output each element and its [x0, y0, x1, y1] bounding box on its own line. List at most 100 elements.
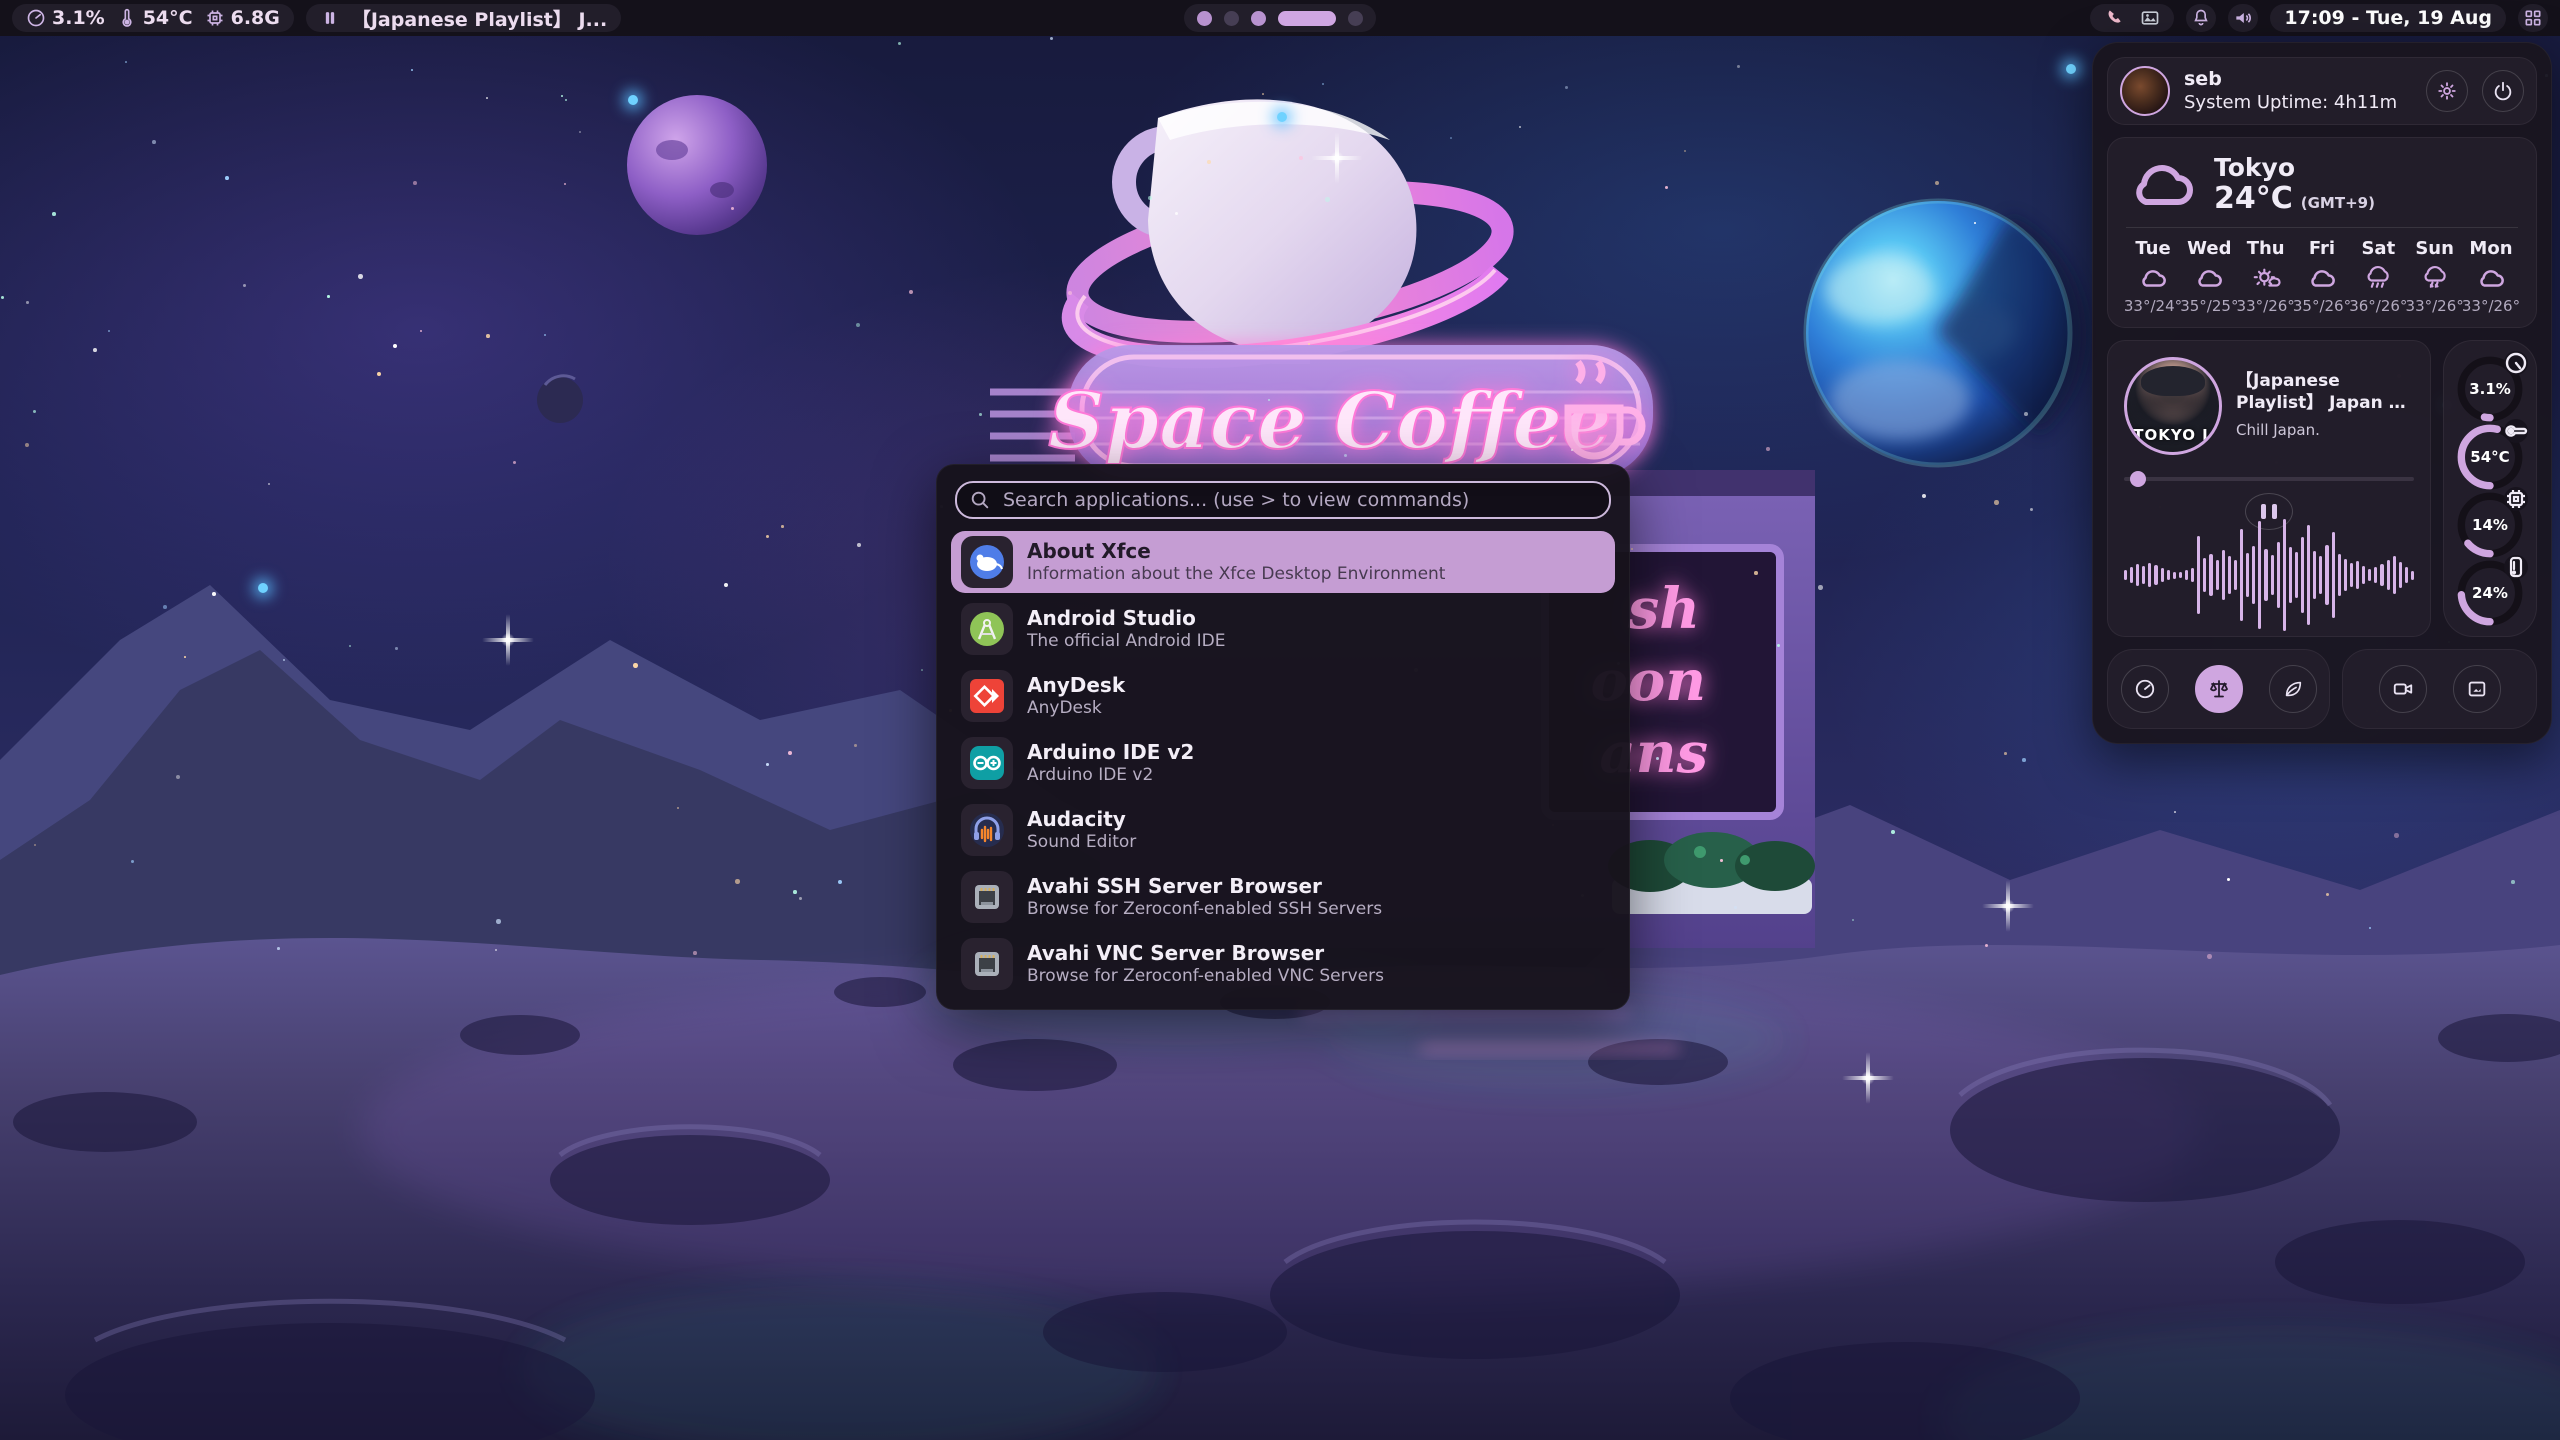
search-bar[interactable]	[955, 481, 1611, 519]
speedometer-icon	[2504, 351, 2528, 375]
scales-icon	[2207, 677, 2231, 701]
app-row-audacity[interactable]: AudacitySound Editor	[951, 799, 1615, 861]
xfce-icon	[961, 536, 1013, 588]
capture-card	[2342, 649, 2537, 729]
phone-tray-icon[interactable]	[2104, 8, 2124, 28]
forecast-day: Thu 33°/26°	[2239, 238, 2293, 315]
rain-cloud-icon	[2363, 265, 2393, 291]
memory-stat: 6.8G	[205, 7, 280, 29]
app-row-avahi-vnc[interactable]: Avahi VNC Server BrowserBrowse for Zeroc…	[951, 933, 1615, 995]
forecast-row: Tue 33°/24° Wed 35°/25° Thu 33°/26° Fri …	[2126, 238, 2518, 315]
search-icon	[969, 489, 991, 511]
weather-timezone: (GMT+9)	[2301, 195, 2375, 212]
weather-cloud-icon	[2126, 158, 2198, 210]
screenshot-icon	[2466, 678, 2488, 700]
forecast-day: Wed 35°/25°	[2182, 238, 2236, 315]
pause-icon	[320, 8, 340, 28]
workspace-dot[interactable]	[1251, 11, 1266, 26]
forecast-day: Mon 33°/26°	[2464, 238, 2518, 315]
power-profiles-card	[2107, 649, 2330, 729]
window-neon-line: sh	[1627, 576, 1700, 642]
username: seb	[2184, 68, 2412, 92]
gauge-cpu: 14%	[2456, 491, 2524, 559]
volume-button[interactable]	[2228, 4, 2258, 32]
moon-ground	[0, 938, 2560, 1440]
balanced-profile-button[interactable]	[2195, 665, 2243, 713]
bell-icon	[2191, 8, 2211, 28]
system-stats-pill[interactable]: 3.1% 54°C 6.8G	[12, 4, 294, 32]
seek-knob[interactable]	[2130, 471, 2146, 487]
network-jack-icon	[961, 938, 1013, 990]
weather-temp: 24°C	[2214, 182, 2293, 215]
app-name: Arduino IDE v2	[1027, 740, 1194, 765]
clock-label: 17:09 - Tue, 19 Aug	[2284, 7, 2492, 29]
earth-planet	[1806, 201, 2070, 465]
app-desc: Browse for Zeroconf-enabled VNC Servers	[1027, 966, 1384, 987]
app-grid-button[interactable]	[2518, 4, 2548, 32]
gauge-temp: 54°C	[2456, 423, 2524, 491]
app-row-android-studio[interactable]: Android StudioThe official Android IDE	[951, 598, 1615, 660]
gauge-load: 3.1%	[2456, 355, 2524, 423]
screenshot-button[interactable]	[2453, 665, 2501, 713]
speedometer-icon	[2134, 678, 2156, 700]
temp-stat: 54°C	[117, 7, 193, 29]
powersave-profile-button[interactable]	[2269, 665, 2317, 713]
power-icon	[2492, 80, 2514, 102]
forecast-day: Tue 33°/24°	[2126, 238, 2180, 315]
cloud-icon	[2476, 265, 2506, 291]
screen-record-button[interactable]	[2379, 665, 2427, 713]
workspace-dot[interactable]	[1348, 11, 1363, 26]
workspace-indicator[interactable]	[1184, 4, 1376, 32]
cloud-icon	[2307, 265, 2337, 291]
clock-pill[interactable]: 17:09 - Tue, 19 Aug	[2270, 4, 2506, 32]
workspace-dot[interactable]	[1197, 11, 1212, 26]
now-playing-pill[interactable]: 【Japanese Playlist】 J...	[306, 4, 621, 32]
speedometer-icon	[26, 8, 46, 28]
search-input[interactable]	[1001, 488, 1603, 512]
app-row-avahi-ssh[interactable]: Avahi SSH Server BrowserBrowse for Zeroc…	[951, 866, 1615, 928]
app-row-arduino[interactable]: Arduino IDE v2Arduino IDE v2	[951, 732, 1615, 794]
app-name: Avahi SSH Server Browser	[1027, 874, 1382, 899]
performance-profile-button[interactable]	[2121, 665, 2169, 713]
wallpaper-tray-icon[interactable]	[2140, 8, 2160, 28]
audacity-icon	[961, 804, 1013, 856]
top-bar: 3.1% 54°C 6.8G 【Japanese Playlist】 J... …	[0, 0, 2560, 36]
system-gauges: 3.1% 54°C 14% 24%	[2443, 340, 2537, 638]
disk-icon	[2504, 555, 2528, 579]
gauge-disk: 24%	[2456, 559, 2524, 627]
track-artist: Chill Japan.	[2236, 421, 2414, 441]
notifications-button[interactable]	[2186, 4, 2216, 32]
divider	[2126, 227, 2518, 228]
app-row-anydesk[interactable]: AnyDeskAnyDesk	[951, 665, 1615, 727]
tray-pill[interactable]	[2090, 4, 2174, 32]
app-launcher: About XfceInformation about the Xfce Des…	[936, 464, 1630, 1010]
speaker-icon	[2233, 8, 2253, 28]
network-jack-icon	[961, 871, 1013, 923]
power-button[interactable]	[2482, 70, 2524, 112]
seek-slider[interactable]	[2124, 471, 2414, 483]
weather-city: Tokyo	[2214, 154, 2375, 182]
app-desc: AnyDesk	[1027, 698, 1125, 719]
app-row-about-xfce[interactable]: About XfceInformation about the Xfce Des…	[951, 531, 1615, 593]
workspace-dot[interactable]	[1224, 11, 1239, 26]
thermometer-icon	[2504, 419, 2528, 443]
track-title: 【Japanese Playlist】 Japan All Night - To…	[2236, 370, 2414, 414]
forecast-day: Sun 33°/26°	[2408, 238, 2462, 315]
cpu-stat: 3.1%	[26, 7, 105, 29]
app-desc: Browse for Zeroconf-enabled SSH Servers	[1027, 899, 1382, 920]
sun-cloud-icon	[2251, 265, 2281, 291]
cloud-icon	[2194, 265, 2224, 291]
thermometer-icon	[117, 8, 137, 28]
settings-button[interactable]	[2426, 70, 2468, 112]
storm-cloud-icon	[2420, 265, 2450, 291]
app-name: Android Studio	[1027, 606, 1225, 631]
app-name: Audacity	[1027, 807, 1136, 832]
anydesk-icon	[961, 670, 1013, 722]
arduino-icon	[961, 737, 1013, 789]
app-desc: The official Android IDE	[1027, 631, 1225, 652]
app-list: About XfceInformation about the Xfce Des…	[951, 531, 1615, 995]
cloud-icon	[2138, 265, 2168, 291]
album-art: TOKYO L	[2124, 357, 2222, 455]
workspace-dot[interactable]	[1278, 11, 1336, 26]
small-moon	[537, 377, 583, 423]
